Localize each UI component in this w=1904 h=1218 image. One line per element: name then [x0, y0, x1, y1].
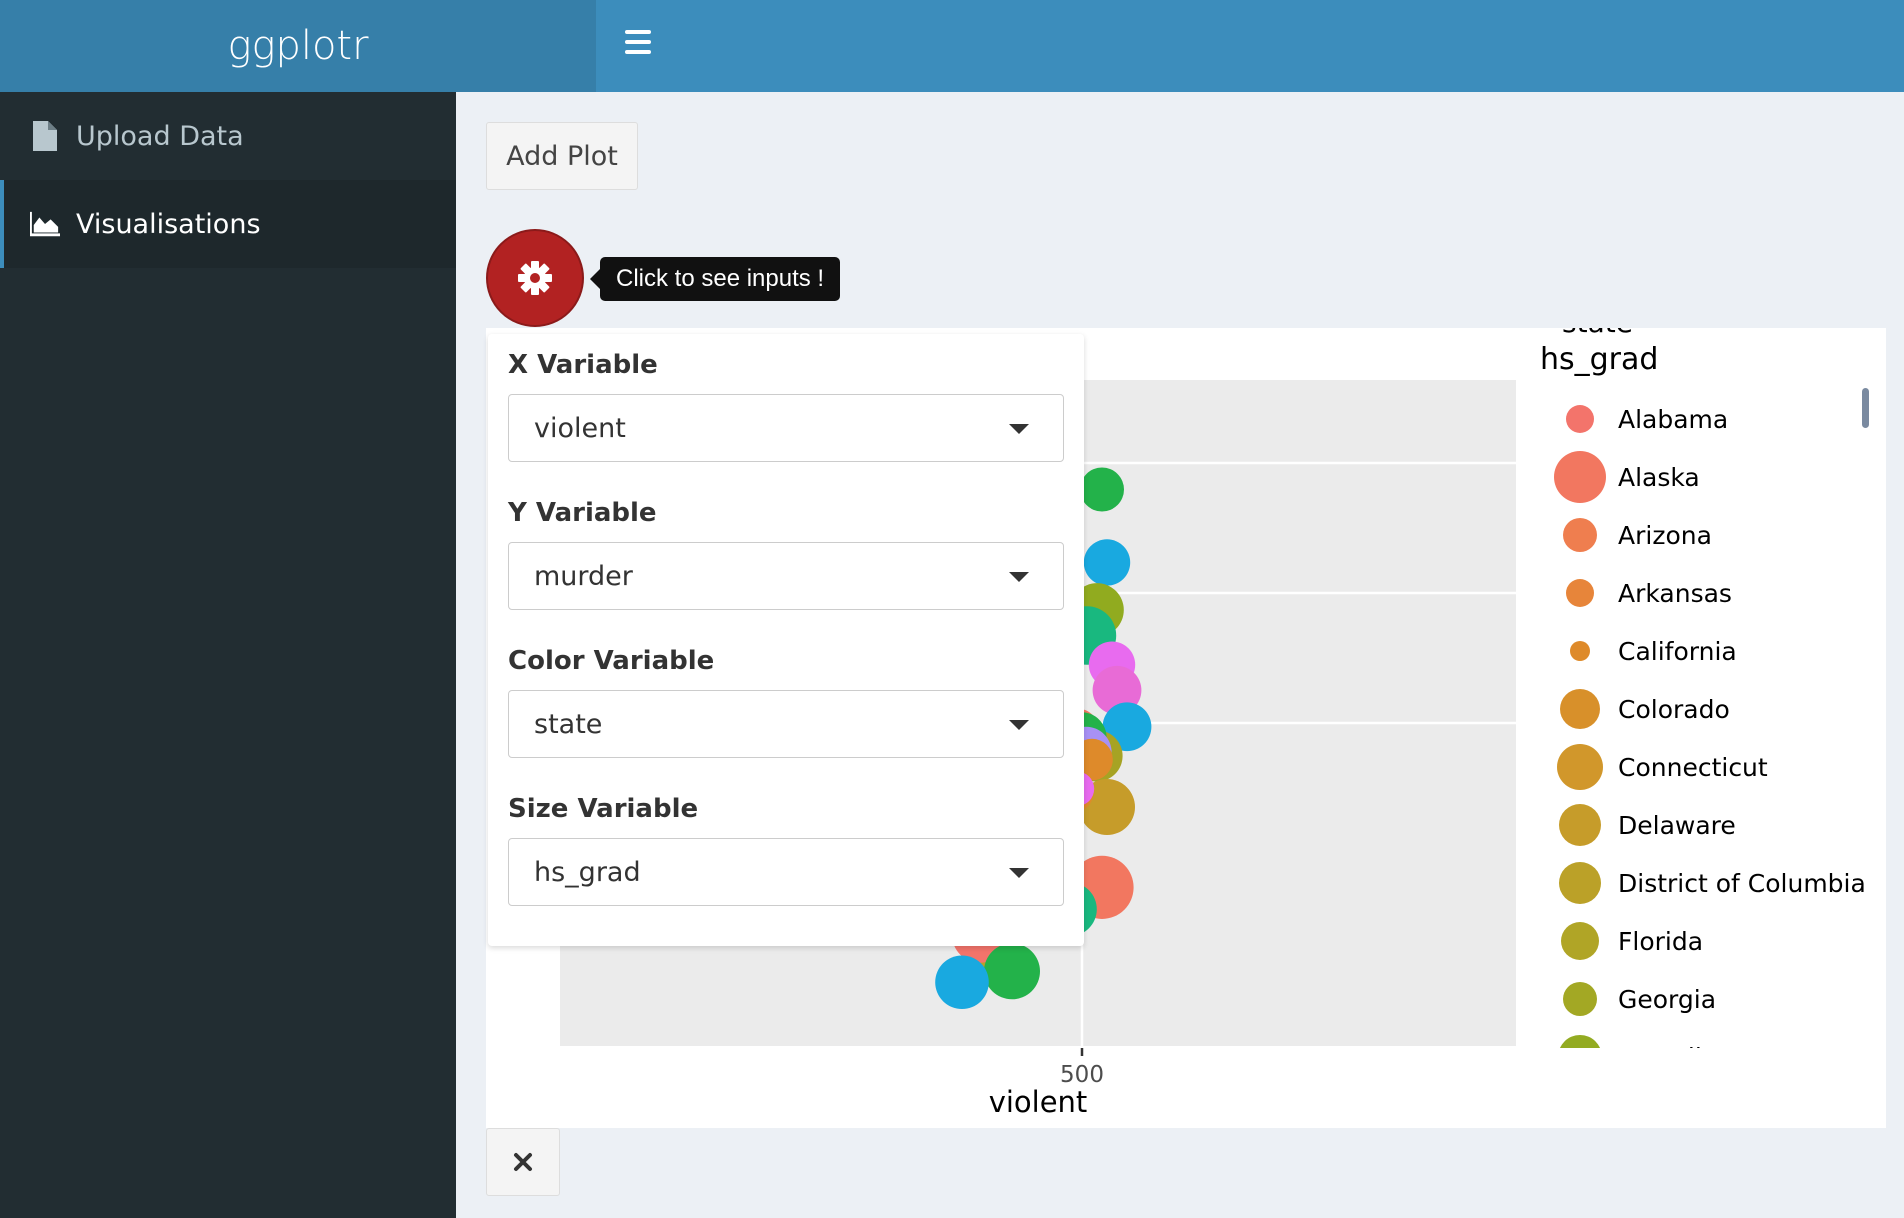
x-axis-label: violent [989, 1085, 1088, 1119]
add-plot-button[interactable]: Add Plot [486, 122, 638, 190]
legend-item: Arizona [1540, 506, 1880, 564]
legend-item: Connecticut [1540, 738, 1880, 796]
legend-label: Colorado [1618, 694, 1730, 724]
legend-item: Hawaii [1540, 1028, 1880, 1048]
legend-item: District of Columbia [1540, 854, 1880, 912]
size-variable-label: Size Variable [508, 794, 699, 824]
caret-down-icon [1009, 572, 1029, 582]
size-variable-value: hs_grad [534, 856, 641, 888]
app-logo[interactable]: ggplotr [0, 0, 596, 92]
inputs-tooltip: Click to see inputs ! [589, 257, 841, 301]
legend-label: Hawaii [1618, 1043, 1702, 1049]
caret-down-icon [1009, 868, 1029, 878]
legend-swatch [1560, 689, 1600, 729]
x-axis-ticks: 500 [1060, 1048, 1104, 1088]
legend-label: District of Columbia [1618, 868, 1866, 898]
legend-label: Arkansas [1618, 578, 1732, 608]
area-chart-icon [30, 209, 60, 239]
legend-label: Florida [1618, 926, 1704, 956]
legend-label: Connecticut [1618, 752, 1768, 782]
legend-swatch [1557, 744, 1603, 790]
legend-item: Arkansas [1540, 564, 1880, 622]
close-icon [514, 1153, 532, 1171]
close-plot-button[interactable] [486, 1128, 560, 1196]
x-variable-label: X Variable [508, 350, 658, 380]
legend-swatch [1559, 862, 1601, 904]
color-variable-select[interactable]: state [508, 690, 1064, 758]
y-variable-label: Y Variable [508, 498, 657, 528]
legend-item: Alabama [1540, 390, 1880, 448]
legend-title-size: hs_grad [1540, 342, 1659, 377]
hamburger-menu-icon[interactable] [625, 30, 651, 54]
caret-down-icon [1009, 720, 1029, 730]
legend-title-color: state [1562, 328, 1633, 339]
legend-label: Delaware [1618, 810, 1736, 840]
inputs-panel: X Variable violent Y Variable murder Col… [488, 334, 1084, 946]
legend-label: Alabama [1618, 404, 1729, 434]
legend-swatch [1570, 641, 1590, 661]
color-variable-label: Color Variable [508, 646, 715, 676]
legend-item: Colorado [1540, 680, 1880, 738]
size-variable-select[interactable]: hs_grad [508, 838, 1064, 906]
file-icon [30, 121, 60, 151]
top-navbar [596, 0, 1904, 92]
x-variable-value: violent [534, 412, 626, 444]
data-point [935, 955, 989, 1010]
legend-item: Florida [1540, 912, 1880, 970]
color-variable-value: state [534, 708, 603, 740]
legend-item: Delaware [1540, 796, 1880, 854]
legend-scrollbar[interactable] [1862, 388, 1869, 428]
sidebar-item-upload-data[interactable]: Upload Data [0, 92, 456, 180]
legend-swatch [1554, 451, 1606, 503]
legend-item: California [1540, 622, 1880, 680]
y-variable-value: murder [534, 560, 633, 592]
legend-label: California [1618, 636, 1737, 666]
legend-label: Arizona [1618, 520, 1712, 550]
legend-swatch [1559, 804, 1601, 846]
x-variable-select[interactable]: violent [508, 394, 1064, 462]
inputs-toggle-button[interactable] [486, 229, 584, 327]
y-variable-select[interactable]: murder [508, 542, 1064, 610]
sidebar-item-visualisations[interactable]: Visualisations [0, 180, 456, 268]
sidebar-item-label: Upload Data [76, 120, 244, 152]
legend-swatch [1563, 982, 1597, 1016]
data-point [984, 943, 1040, 1000]
legend-label: Georgia [1618, 984, 1717, 1014]
gear-icon [518, 261, 552, 295]
data-point [1080, 467, 1124, 512]
data-point [1083, 539, 1131, 586]
legend-swatch [1561, 922, 1599, 960]
legend-swatch [1566, 579, 1594, 607]
legend-swatch [1558, 1035, 1602, 1048]
caret-down-icon [1009, 424, 1029, 434]
legend-swatch [1563, 518, 1597, 552]
legend: state hs_grad Alabama Alaska Arizona Arkans… [1540, 328, 1880, 1048]
sidebar-item-label: Visualisations [76, 208, 261, 240]
legend-label: Alaska [1618, 462, 1700, 492]
legend-swatch [1566, 405, 1594, 433]
legend-item: Alaska [1540, 448, 1880, 506]
legend-item: Georgia [1540, 970, 1880, 1028]
